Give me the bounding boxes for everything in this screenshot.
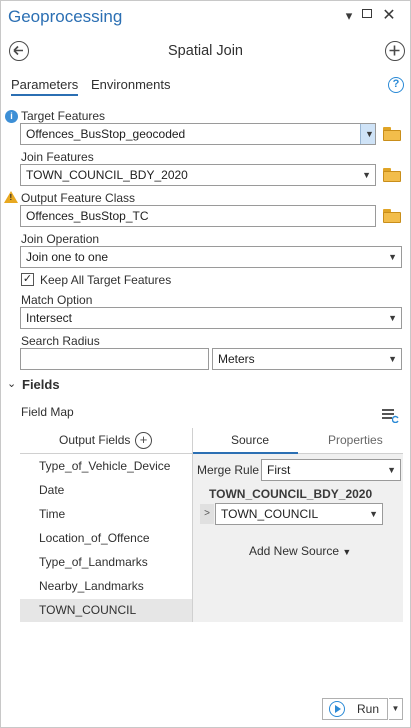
join-features-label: Join Features	[21, 150, 94, 164]
join-features-select[interactable]: TOWN_COUNCIL_BDY_2020 ▼	[20, 164, 376, 186]
keep-all-target-features-checkbox[interactable]: ✓	[21, 273, 34, 286]
info-icon: i	[5, 110, 18, 123]
output-fields-list: Type_of_Vehicle_Device Date Time Locatio…	[20, 455, 192, 622]
field-map-label: Field Map	[21, 405, 74, 419]
pin-dropdown-button[interactable]: ▾	[339, 6, 359, 26]
chevron-down-icon: ▼	[342, 547, 352, 557]
output-fields-label: Output Fields	[59, 433, 131, 447]
output-feature-class-value: Offences_BusStop_TC	[26, 209, 149, 223]
output-fields-header: Output Fields +	[20, 428, 193, 454]
run-label: Run	[357, 702, 380, 716]
list-item[interactable]: Location_of_Offence	[20, 527, 192, 550]
fields-section-title: Fields	[22, 377, 60, 392]
output-feature-class-label: Output Feature Class	[21, 191, 136, 205]
tab-parameters[interactable]: Parameters	[11, 77, 79, 96]
merge-rule-label: Merge Rule	[197, 463, 260, 477]
join-features-value: TOWN_COUNCIL_BDY_2020	[26, 168, 188, 182]
close-button[interactable]: ✕	[379, 6, 399, 26]
list-item[interactable]: Type_of_Vehicle_Device	[20, 455, 192, 478]
browse-folder-icon[interactable]	[383, 168, 401, 182]
add-new-source-label: Add New Source	[249, 544, 340, 558]
title-bar: Geoprocessing ▾ ✕	[1, 1, 410, 33]
play-icon	[329, 701, 345, 717]
tab-environments[interactable]: Environments	[91, 77, 170, 92]
tool-header: Spatial Join	[1, 37, 410, 67]
target-features-dropdown-button[interactable]: ▼	[360, 124, 375, 144]
browse-folder-icon[interactable]	[383, 209, 401, 223]
maximize-button[interactable]	[357, 4, 377, 24]
chevron-down-icon: ▼	[369, 509, 378, 519]
target-features-input[interactable]: Offences_BusStop_geocoded ▼	[20, 123, 376, 145]
chevron-down-icon: ▼	[362, 170, 371, 180]
list-item[interactable]: Date	[20, 479, 192, 502]
search-radius-input[interactable]	[20, 348, 209, 370]
search-radius-unit-value: Meters	[218, 352, 255, 366]
match-option-select[interactable]: Intersect ▼	[20, 307, 402, 329]
fields-section-header[interactable]: ⌄ Fields	[1, 377, 410, 397]
keep-all-target-features-label: Keep All Target Features	[40, 273, 172, 287]
tab-properties[interactable]: Properties	[328, 433, 383, 447]
merge-rule-select[interactable]: First ▼	[261, 459, 401, 481]
plus-icon	[389, 45, 400, 56]
source-panel: Source Properties Merge Rule First ▼ TOW…	[193, 428, 403, 622]
source-name: TOWN_COUNCIL_BDY_2020	[209, 487, 373, 501]
chevron-down-icon: ▼	[387, 465, 396, 475]
join-operation-select[interactable]: Join one to one ▼	[20, 246, 402, 268]
run-button[interactable]: Run	[322, 698, 388, 720]
field-map-options-icon[interactable]	[382, 407, 400, 423]
search-radius-label: Search Radius	[21, 334, 100, 348]
add-to-favorites-button[interactable]	[385, 41, 405, 61]
list-item[interactable]: Type_of_Landmarks	[20, 551, 192, 574]
pane-title: Geoprocessing	[8, 7, 123, 26]
join-operation-value: Join one to one	[26, 250, 109, 264]
join-operation-label: Join Operation	[21, 232, 100, 246]
browse-folder-icon[interactable]	[383, 127, 401, 141]
chevron-down-icon: ▼	[388, 354, 397, 364]
help-icon[interactable]: ?	[388, 77, 404, 93]
output-fields-panel: Output Fields + Type_of_Vehicle_Device D…	[20, 428, 193, 622]
chevron-down-icon: ▼	[388, 252, 397, 262]
chevron-down-icon: ▼	[388, 313, 397, 323]
output-feature-class-input[interactable]: Offences_BusStop_TC	[20, 205, 376, 227]
list-item[interactable]: Nearby_Landmarks	[20, 575, 192, 598]
chevron-right-icon[interactable]: >	[200, 504, 214, 524]
tool-title: Spatial Join	[168, 43, 243, 59]
merge-rule-value: First	[267, 463, 291, 477]
add-output-field-button[interactable]: +	[135, 432, 152, 449]
source-tabs: Source Properties	[193, 428, 403, 454]
target-features-label: Target Features	[21, 109, 106, 123]
add-new-source-button[interactable]: Add New Source ▼	[249, 544, 351, 558]
run-options-dropdown[interactable]: ▼	[389, 698, 403, 720]
list-item[interactable]: Time	[20, 503, 192, 526]
tab-bar: Parameters Environments	[1, 75, 410, 101]
list-item-selected[interactable]: TOWN_COUNCIL	[20, 599, 192, 622]
refresh-icon	[392, 415, 399, 423]
active-tab-underline	[193, 452, 298, 454]
search-radius-unit-select[interactable]: Meters ▼	[212, 348, 402, 370]
chevron-down-icon: ⌄	[7, 378, 17, 390]
source-field-select[interactable]: TOWN_COUNCIL ▼	[215, 503, 383, 525]
target-features-value: Offences_BusStop_geocoded	[26, 127, 186, 141]
match-option-label: Match Option	[21, 293, 93, 307]
chevron-down-icon: ▼	[365, 129, 374, 139]
geoprocessing-pane: Geoprocessing ▾ ✕ Spatial Join Parameter…	[0, 0, 411, 728]
source-field-value: TOWN_COUNCIL	[221, 507, 319, 521]
match-option-value: Intersect	[26, 311, 73, 325]
tab-source[interactable]: Source	[231, 433, 269, 447]
